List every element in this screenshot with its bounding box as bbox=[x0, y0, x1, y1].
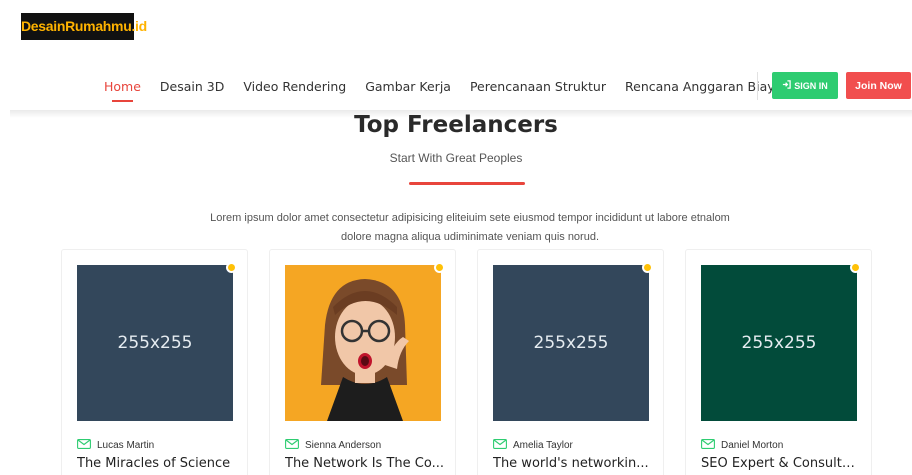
sign-in-label: SIGN IN bbox=[794, 80, 828, 91]
card-author[interactable]: Lucas Martin bbox=[77, 439, 154, 452]
freelancer-card[interactable]: Sienna Anderson The Network Is The Co... bbox=[269, 249, 456, 475]
nav-item-rencana-anggaran-biaya[interactable]: Rencana Anggaran Biaya bbox=[625, 79, 782, 94]
status-dot bbox=[226, 262, 237, 273]
portrait-photo bbox=[285, 265, 441, 421]
author-name: Amelia Taylor bbox=[513, 440, 573, 451]
image-placeholder-label: 255x255 bbox=[741, 333, 817, 353]
nav-divider bbox=[757, 72, 758, 100]
freelancer-card[interactable]: 255x255 Lucas Martin The Miracles of Sci… bbox=[61, 249, 248, 475]
image-placeholder-label: 255x255 bbox=[117, 333, 193, 353]
status-dot bbox=[434, 262, 445, 273]
main-nav: Home Desain 3D Video Rendering Gambar Ke… bbox=[104, 76, 801, 102]
mail-icon bbox=[77, 439, 91, 452]
card-title[interactable]: The Miracles of Science bbox=[77, 456, 237, 471]
author-name: Sienna Anderson bbox=[305, 440, 382, 451]
join-now-button[interactable]: Join Now bbox=[846, 72, 911, 99]
section-subtitle: Start With Great Peoples bbox=[389, 151, 523, 165]
section-description: Lorem ipsum dolor amet consectetur adipi… bbox=[210, 212, 730, 243]
mail-icon bbox=[701, 439, 715, 452]
card-image[interactable] bbox=[285, 265, 441, 421]
card-author[interactable]: Daniel Morton bbox=[701, 439, 783, 452]
freelancer-card[interactable]: 255x255 Amelia Taylor The world's networ… bbox=[477, 249, 664, 475]
author-name: Lucas Martin bbox=[97, 440, 155, 451]
sign-in-icon bbox=[782, 80, 791, 91]
card-title[interactable]: The world's networkin... bbox=[493, 456, 653, 471]
nav-item-perencanaan-struktur[interactable]: Perencanaan Struktur bbox=[470, 79, 606, 94]
nav-item-video-rendering[interactable]: Video Rendering bbox=[243, 79, 346, 94]
title-underline bbox=[409, 182, 525, 185]
sign-in-button[interactable]: SIGN IN bbox=[772, 72, 838, 99]
card-image[interactable]: 255x255 bbox=[701, 265, 857, 421]
status-dot bbox=[642, 262, 653, 273]
section-title: Top Freelancers bbox=[354, 112, 558, 138]
author-name: Daniel Morton bbox=[721, 440, 784, 451]
nav-item-gambar-kerja[interactable]: Gambar Kerja bbox=[365, 79, 451, 94]
card-title[interactable]: SEO Expert & Consulta... bbox=[701, 456, 861, 471]
card-image[interactable]: 255x255 bbox=[77, 265, 233, 421]
freelancer-card[interactable]: 255x255 Daniel Morton SEO Expert & Consu… bbox=[685, 249, 872, 475]
image-placeholder-label: 255x255 bbox=[533, 333, 609, 353]
card-author[interactable]: Amelia Taylor bbox=[493, 439, 573, 452]
card-author[interactable]: Sienna Anderson bbox=[285, 439, 381, 452]
mail-icon bbox=[285, 439, 299, 452]
nav-item-desain-3d[interactable]: Desain 3D bbox=[160, 79, 224, 94]
card-title[interactable]: The Network Is The Co... bbox=[285, 456, 445, 471]
card-image[interactable]: 255x255 bbox=[493, 265, 649, 421]
status-dot bbox=[850, 262, 861, 273]
site-logo[interactable]: DesainRumahmu.id bbox=[21, 13, 147, 40]
nav-item-home[interactable]: Home bbox=[104, 79, 141, 102]
mail-icon bbox=[493, 439, 507, 452]
